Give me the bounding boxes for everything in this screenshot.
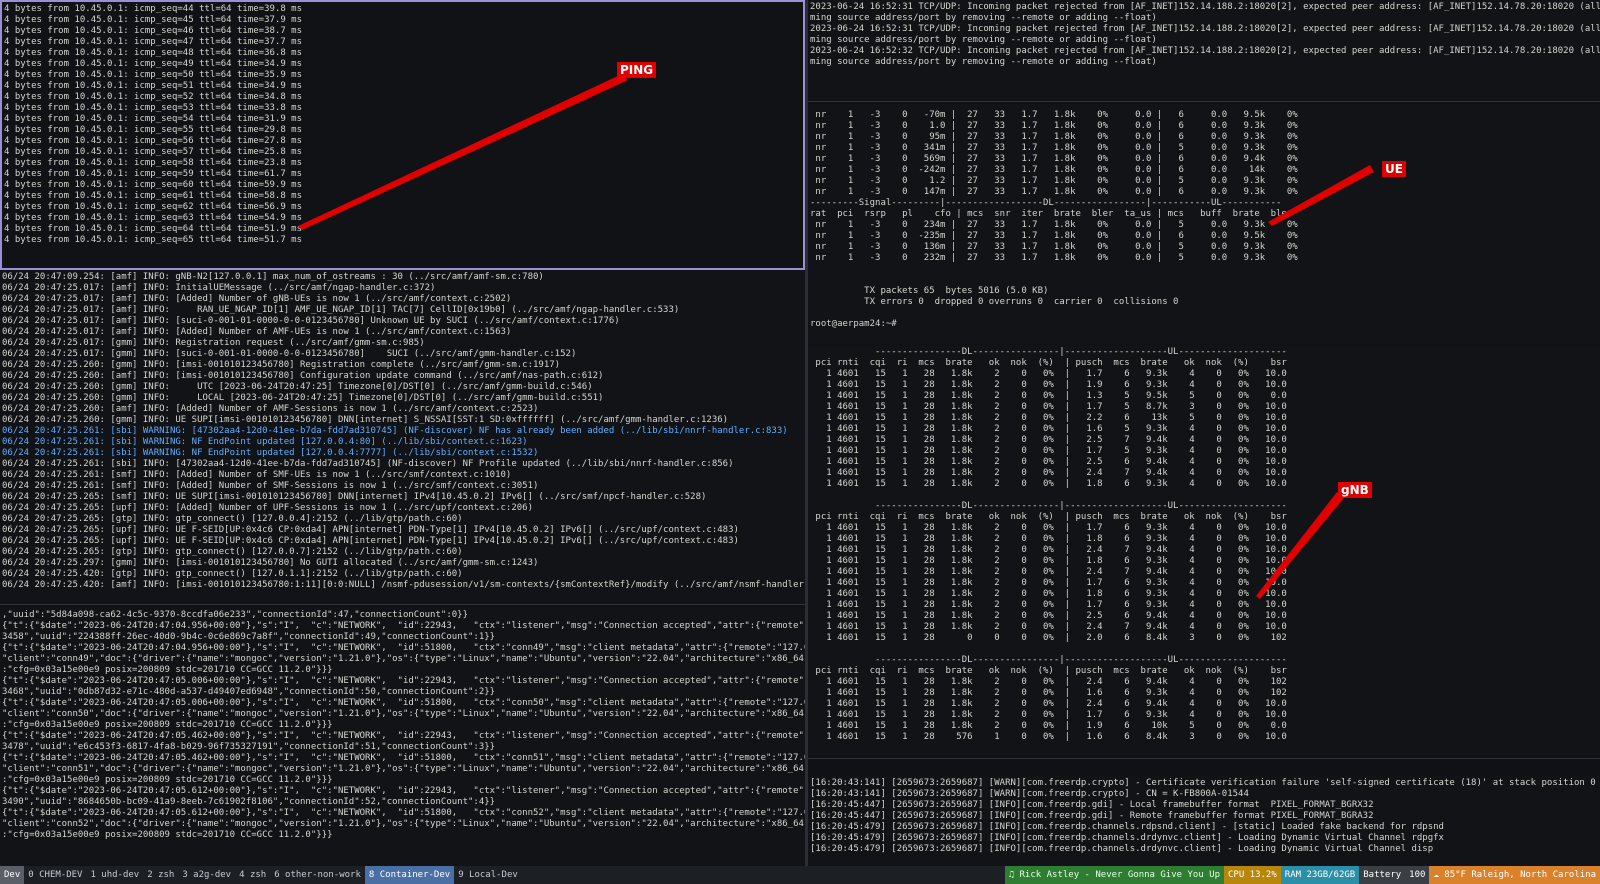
ram-usage: RAM 23GB/62GB xyxy=(1280,866,1360,884)
window-tab[interactable]: 4 zsh xyxy=(235,866,270,884)
weather-status: ☁ 85°F Raleigh, North Carolina xyxy=(1429,866,1600,884)
ue-arrow xyxy=(1268,165,1374,226)
tmux-status-bar: Dev 0 CHEM-DEV 1 uhd-dev 2 zsh 3 a2g-dev 4 z… xyxy=(0,866,1600,884)
ping-arrow xyxy=(298,74,628,230)
gnb-annotation-label: gNB xyxy=(1338,482,1372,498)
battery-label: Battery xyxy=(1359,866,1406,884)
ue-annotation-label: UE xyxy=(1382,161,1406,177)
window-tab[interactable]: 9 Local-Dev xyxy=(454,866,522,884)
gnb-arrow xyxy=(1256,492,1344,599)
session-name: Dev xyxy=(0,866,25,884)
battery-value: 100 xyxy=(1405,866,1430,884)
window-tab[interactable]: 2 zsh xyxy=(143,866,178,884)
window-tab[interactable]: 3 a2g-dev xyxy=(178,866,235,884)
now-playing-song: ♫ Rick Astley - Never Gonna Give You Up xyxy=(1004,866,1224,884)
window-tab[interactable]: 0 CHEM-DEV xyxy=(24,866,86,884)
ping-annotation-label: PING xyxy=(617,62,657,78)
window-tab[interactable]: 1 uhd-dev xyxy=(86,866,143,884)
annotation-arrows xyxy=(298,74,1374,599)
window-tab[interactable]: 8 Container-Dev xyxy=(364,866,455,884)
window-tab[interactable]: 6 other-non-work xyxy=(270,866,365,884)
cpu-usage: CPU 13.2% xyxy=(1224,866,1281,884)
window-list: 0 CHEM-DEV 1 uhd-dev 2 zsh 3 a2g-dev 4 zsh 6 … xyxy=(24,866,522,884)
